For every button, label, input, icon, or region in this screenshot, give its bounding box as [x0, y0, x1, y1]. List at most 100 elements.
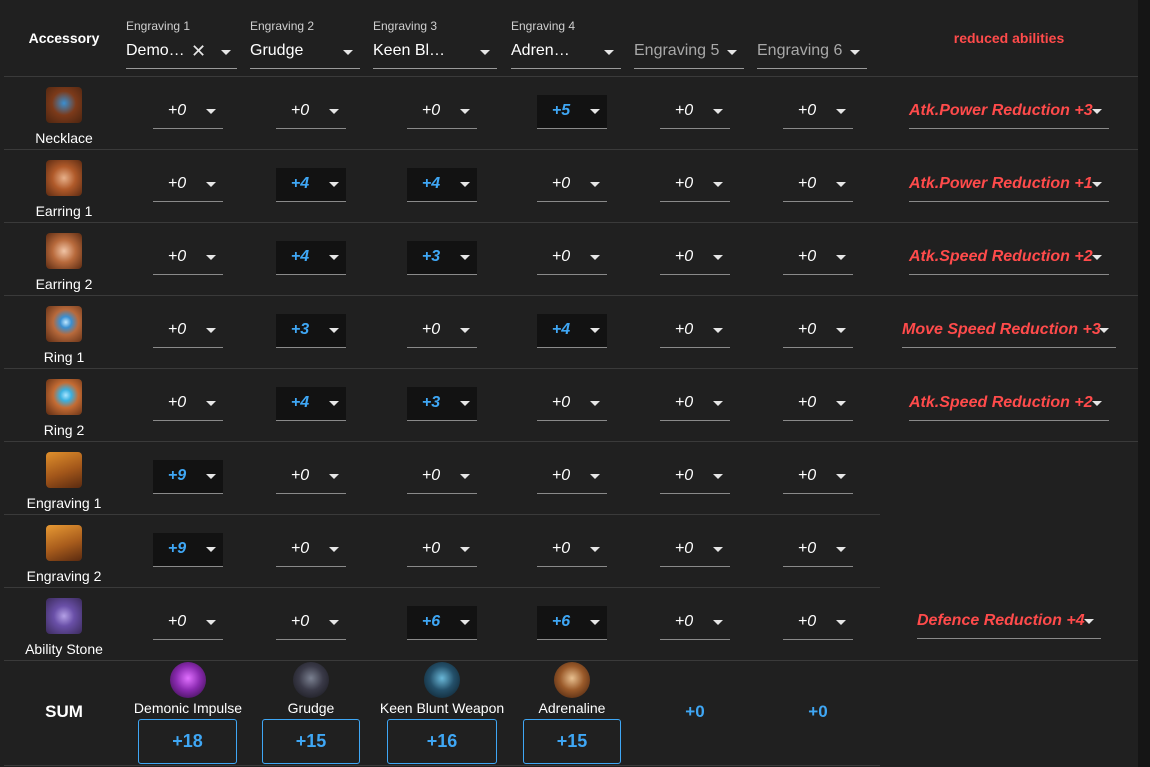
necklace-icon	[46, 87, 82, 123]
engraving-1-select[interactable]: Demo… ✕	[126, 38, 237, 69]
engraving-2-value-select[interactable]: +0	[276, 533, 346, 567]
chevron-down-icon	[329, 255, 339, 260]
adrenaline-icon	[554, 662, 590, 698]
sum-divider	[4, 660, 1138, 661]
chevron-down-icon	[460, 401, 470, 406]
bottom-divider	[4, 765, 880, 766]
engraving-2-value-select[interactable]: +0	[276, 95, 346, 129]
chevron-down-icon	[329, 182, 339, 187]
engraving-4-value-select[interactable]: +0	[537, 533, 607, 567]
engraving-5-value-select[interactable]: +0	[660, 168, 730, 202]
engraving-3-value-select[interactable]: +0	[407, 533, 477, 567]
engraving-3-value-select[interactable]: +3	[407, 241, 477, 275]
reduced-ability-select[interactable]: Move Speed Reduction +3	[902, 314, 1116, 348]
reduced-ability-select[interactable]: Atk.Power Reduction +1	[909, 168, 1109, 202]
engraving-5-select[interactable]: Engraving 5	[634, 38, 744, 69]
engraving-4-value-select[interactable]: +0	[537, 387, 607, 421]
chevron-down-icon	[713, 182, 723, 187]
engraving-6-value-select[interactable]: +0	[783, 314, 853, 348]
demonic-impulse-icon	[170, 662, 206, 698]
reduced-ability-select[interactable]: Defence Reduction +4	[917, 605, 1101, 639]
engraving-1-value-select[interactable]: +0	[153, 168, 223, 202]
grudge-icon	[293, 662, 329, 698]
chevron-down-icon	[590, 255, 600, 260]
engraving-5-value-select[interactable]: +0	[660, 314, 730, 348]
engraving-3-small-label: Engraving 3	[373, 19, 438, 33]
engraving-2-value-select[interactable]: +0	[276, 460, 346, 494]
chevron-down-icon	[604, 50, 614, 55]
row-label: Engraving 1	[26, 495, 102, 511]
chevron-down-icon	[206, 620, 216, 625]
engraving-2-select[interactable]: Grudge	[250, 38, 360, 69]
engraving-6-value-select[interactable]: +0	[783, 533, 853, 567]
chevron-down-icon	[836, 255, 846, 260]
clear-icon[interactable]: ✕	[191, 41, 206, 62]
engraving-5-value-select[interactable]: +0	[660, 533, 730, 567]
engraving-5-value-select[interactable]: +0	[660, 606, 730, 640]
row-label: Ability Stone	[25, 641, 103, 657]
engraving-2-value-select[interactable]: +4	[276, 241, 346, 275]
engraving-3-value-select[interactable]: +0	[407, 95, 477, 129]
engraving-4-value-select[interactable]: +0	[537, 168, 607, 202]
chevron-down-icon	[460, 474, 470, 479]
engraving-2-value-select[interactable]: +4	[276, 168, 346, 202]
engraving-1-value-select[interactable]: +9	[153, 533, 223, 567]
engraving-4-value-select[interactable]: +0	[537, 460, 607, 494]
chevron-down-icon	[460, 328, 470, 333]
ring-icon	[46, 379, 82, 415]
engraving-3-value-select[interactable]: +3	[407, 387, 477, 421]
engraving-4-value-select[interactable]: +4	[537, 314, 607, 348]
engraving-3-value-select[interactable]: +0	[407, 460, 477, 494]
chevron-down-icon	[590, 328, 600, 333]
engraving-5-value-select[interactable]: +0	[660, 241, 730, 275]
engraving-6-value-select[interactable]: +0	[783, 95, 853, 129]
engraving-4-value-select[interactable]: +0	[537, 241, 607, 275]
engraving-total: +16	[387, 719, 497, 764]
chevron-down-icon	[590, 182, 600, 187]
engraving-3-value-select[interactable]: +6	[407, 606, 477, 640]
engraving-5-value-select[interactable]: +0	[660, 460, 730, 494]
chevron-down-icon	[1084, 619, 1094, 624]
chevron-down-icon	[713, 547, 723, 552]
chevron-down-icon	[836, 401, 846, 406]
chevron-down-icon	[713, 328, 723, 333]
engraving-5-value-select[interactable]: +0	[660, 387, 730, 421]
reduced-ability-select[interactable]: Atk.Power Reduction +3	[909, 95, 1109, 129]
engraving-6-value-select[interactable]: +0	[783, 606, 853, 640]
engraving-6-value-select[interactable]: +0	[783, 168, 853, 202]
engraving-2-value-select[interactable]: +3	[276, 314, 346, 348]
engraving-6-value-select[interactable]: +0	[783, 241, 853, 275]
engraving-2-value-select[interactable]: +4	[276, 387, 346, 421]
engraving-6-select[interactable]: Engraving 6	[757, 38, 867, 69]
chevron-down-icon	[850, 50, 860, 55]
engraving-1-value-select[interactable]: +0	[153, 314, 223, 348]
engraving-6-value-select[interactable]: +0	[783, 387, 853, 421]
engraving-4-value-select[interactable]: +5	[537, 95, 607, 129]
engraving-1-value-select[interactable]: +0	[153, 241, 223, 275]
engraving-2-value-select[interactable]: +0	[276, 606, 346, 640]
engraving-5-value-select[interactable]: +0	[660, 95, 730, 129]
engraving-1-value-select[interactable]: +9	[153, 460, 223, 494]
engraving-3-value-select[interactable]: +0	[407, 314, 477, 348]
engraving-1-value-select[interactable]: +0	[153, 95, 223, 129]
engraving-1-value-select[interactable]: +0	[153, 606, 223, 640]
engraving-1-value-select[interactable]: +0	[153, 387, 223, 421]
chevron-down-icon	[329, 474, 339, 479]
header-divider	[4, 76, 1138, 77]
scrollbar-track[interactable]	[1138, 0, 1150, 767]
row-label: Ring 1	[43, 349, 85, 365]
engraving-total: +15	[262, 719, 360, 764]
chevron-down-icon	[836, 620, 846, 625]
row-divider	[4, 514, 880, 515]
engraving-4-select[interactable]: Adren…	[511, 38, 621, 69]
engraving-6-value-select[interactable]: +0	[783, 460, 853, 494]
reduced-ability-select[interactable]: Atk.Speed Reduction +2	[909, 241, 1109, 275]
engraving-4-value-select[interactable]: +6	[537, 606, 607, 640]
chevron-down-icon	[329, 401, 339, 406]
chevron-down-icon	[460, 182, 470, 187]
reduced-ability-select[interactable]: Atk.Speed Reduction +2	[909, 387, 1109, 421]
chevron-down-icon	[460, 109, 470, 114]
engraving-3-value-select[interactable]: +4	[407, 168, 477, 202]
engraving-3-select[interactable]: Keen Bl…	[373, 38, 497, 69]
accessory-header: Accessory	[28, 30, 100, 46]
